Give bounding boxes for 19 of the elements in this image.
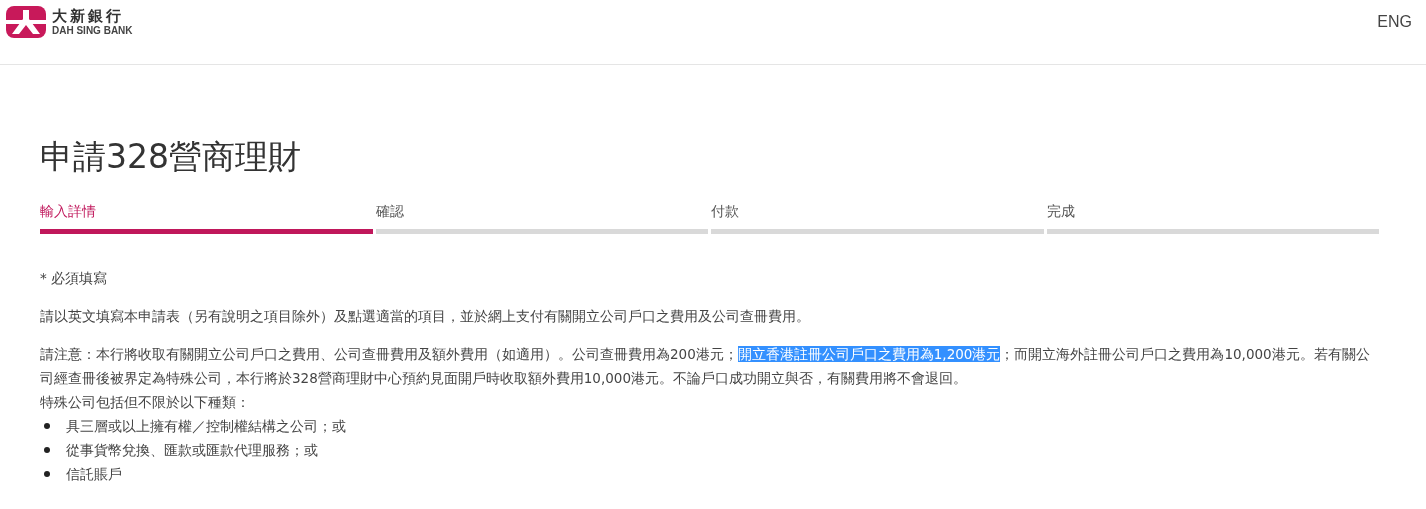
progress-step: 付款 [711, 203, 1044, 234]
page-title: 申請328營商理財 [40, 136, 302, 178]
bullet-icon [44, 447, 50, 453]
instruction-text: 請以英文填寫本申請表（另有說明之項目除外）及點選適當的項目，並於網上支付有關開立公司戶口之費用及公司查冊費用。 [40, 307, 811, 326]
fee-notice-text: 請注意：本行將收取有關開立公司戶口之費用、公司查冊費用及額外費用（如適用）。公司查冊費用為200港元；開立香港註冊公司戶口之費用為1,200港元；而開立海外註冊公司戶口之費用為10,000港元。若有關公司經查冊後被界定為特殊公司，本行將於328營商理財中心預約見面開戶時收取額外費用10,000港元。不論戶口成功開立與否，有關費用將不會退回。 [40, 345, 1371, 388]
required-note: * 必須填寫 [40, 269, 109, 288]
list-item-text: 具三層或以上擁有權／控制權結構之公司；或 [66, 417, 346, 436]
logo-english-name: DAH SING BANK [52, 24, 133, 36]
bank-logo-icon [6, 6, 46, 38]
progress-step: 完成 [1046, 203, 1379, 234]
list-item-text: 從事貨幣兌換、匯款或匯款代理服務；或 [66, 441, 318, 460]
special-company-intro: 特殊公司包括但不限於以下種類： [40, 393, 251, 412]
progress-step: 確認 [375, 203, 708, 234]
bullet-icon [44, 471, 50, 477]
bullet-icon [44, 423, 50, 429]
list-item-text: 信託賬戶 [66, 465, 122, 484]
language-link[interactable]: ENG [1377, 13, 1412, 31]
progress-step: 輸入詳情 [40, 203, 373, 234]
logo-chinese-name: 大新銀行 [52, 8, 125, 25]
